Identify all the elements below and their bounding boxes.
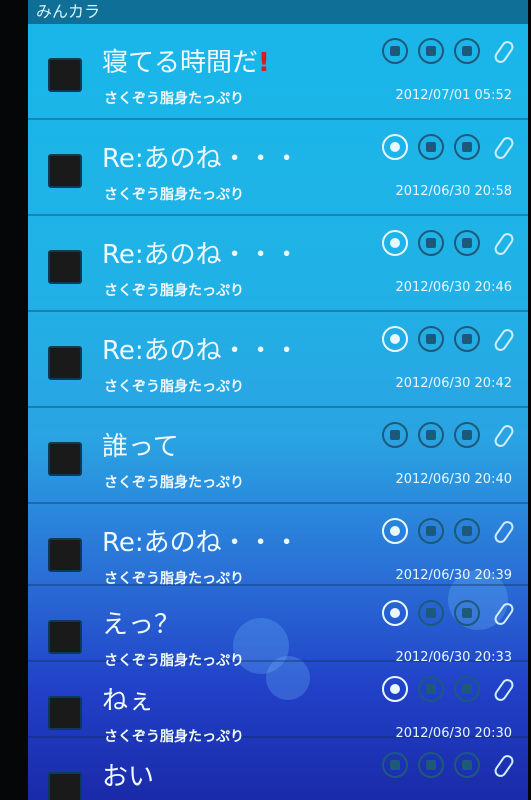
lock-icon[interactable] [454,38,480,64]
reply-icon[interactable] [382,422,408,448]
select-checkbox[interactable] [48,58,82,92]
message-date: 2012/07/01 05:52 [395,88,512,103]
lock-icon[interactable] [454,752,480,778]
app-title: みんカラ [36,2,101,21]
message-sender: さくぞう脂身たっぷり [104,187,244,203]
message-row[interactable]: Re:あのね・・・ さくぞう脂身たっぷり 2012/06/30 20:58 [28,120,528,216]
select-checkbox[interactable] [48,346,82,380]
attachment-icon[interactable] [490,600,516,626]
reply-icon[interactable] [382,518,408,544]
message-row[interactable]: Re:あのね・・・ さくぞう脂身たっぷり 2012/06/30 20:39 [28,504,528,587]
lock-icon[interactable] [454,422,480,448]
message-row[interactable]: えっ？ さくぞう脂身たっぷり 2012/06/30 20:33 [28,586,528,669]
message-row[interactable]: 誰って さくぞう脂身たっぷり 2012/06/30 20:40 [28,408,528,504]
message-date: 2012/06/30 20:46 [395,280,512,295]
message-date: 2012/06/30 20:39 [395,568,512,583]
message-row[interactable]: おい [28,738,528,800]
message-icons [382,422,516,448]
message-icons [382,326,516,352]
message-date: 2012/06/30 20:40 [395,472,512,487]
message-list[interactable]: 寝てる時間だ! さくぞう脂身たっぷり 2012/07/01 05:52 Re:あ… [28,24,528,800]
lock-icon[interactable] [454,518,480,544]
mail-icon[interactable] [418,600,444,626]
message-subject: おい [102,762,155,792]
reply-icon[interactable] [382,752,408,778]
message-subject: 寝てる時間だ! [102,48,270,78]
mail-icon[interactable] [418,676,444,702]
select-checkbox[interactable] [48,250,82,284]
message-icons [382,518,516,544]
select-checkbox[interactable] [48,442,82,476]
mail-icon[interactable] [418,38,444,64]
message-icons [382,134,516,160]
attachment-icon[interactable] [490,752,516,778]
message-date: 2012/06/30 20:58 [395,184,512,199]
attachment-icon[interactable] [490,518,516,544]
message-row[interactable]: Re:あのね・・・ さくぞう脂身たっぷり 2012/06/30 20:42 [28,312,528,408]
message-date: 2012/06/30 20:42 [395,376,512,391]
message-sender: さくぞう脂身たっぷり [104,379,244,395]
message-subject: Re:あのね・・・ [102,144,300,174]
attachment-icon[interactable] [490,326,516,352]
message-icons [382,230,516,256]
reply-icon[interactable] [382,134,408,160]
message-sender: さくぞう脂身たっぷり [104,283,244,299]
attachment-icon[interactable] [490,230,516,256]
message-sender: さくぞう脂身たっぷり [104,91,244,107]
message-row[interactable]: 寝てる時間だ! さくぞう脂身たっぷり 2012/07/01 05:52 [28,24,528,120]
attachment-icon[interactable] [490,422,516,448]
select-checkbox[interactable] [48,154,82,188]
mail-icon[interactable] [418,422,444,448]
select-checkbox[interactable] [48,696,82,730]
message-subject: Re:あのね・・・ [102,528,300,558]
message-icons [382,752,516,778]
message-subject: Re:あのね・・・ [102,336,300,366]
message-row[interactable]: ねぇ さくぞう脂身たっぷり 2012/06/30 20:30 [28,662,528,745]
select-checkbox[interactable] [48,620,82,654]
mail-icon[interactable] [418,518,444,544]
lock-icon[interactable] [454,230,480,256]
message-icons [382,600,516,626]
mail-icon[interactable] [418,134,444,160]
lock-icon[interactable] [454,600,480,626]
message-sender: さくぞう脂身たっぷり [104,475,244,491]
lock-icon[interactable] [454,676,480,702]
message-icons [382,676,516,702]
mail-icon[interactable] [418,752,444,778]
select-checkbox[interactable] [48,538,82,572]
attachment-icon[interactable] [490,676,516,702]
attachment-icon[interactable] [490,38,516,64]
reply-icon[interactable] [382,600,408,626]
message-subject: えっ？ [102,610,181,640]
important-flag-icon: ! [258,48,270,78]
lock-icon[interactable] [454,134,480,160]
select-checkbox[interactable] [48,772,82,800]
message-sender: さくぞう脂身たっぷり [104,571,244,587]
message-subject: Re:あのね・・・ [102,240,300,270]
reply-icon[interactable] [382,326,408,352]
phone-screen: みんカラ 寝てる時間だ! さくぞう脂身たっぷり 2012/07/01 05:52… [28,0,528,800]
mail-icon[interactable] [418,326,444,352]
reply-icon[interactable] [382,38,408,64]
attachment-icon[interactable] [490,134,516,160]
reply-icon[interactable] [382,230,408,256]
lock-icon[interactable] [454,326,480,352]
message-subject: 誰って [102,432,179,462]
app-title-bar: みんカラ [28,0,528,24]
message-subject: ねぇ [102,686,155,716]
message-row[interactable]: Re:あのね・・・ さくぞう脂身たっぷり 2012/06/30 20:46 [28,216,528,312]
message-icons [382,38,516,64]
reply-icon[interactable] [382,676,408,702]
mail-icon[interactable] [418,230,444,256]
